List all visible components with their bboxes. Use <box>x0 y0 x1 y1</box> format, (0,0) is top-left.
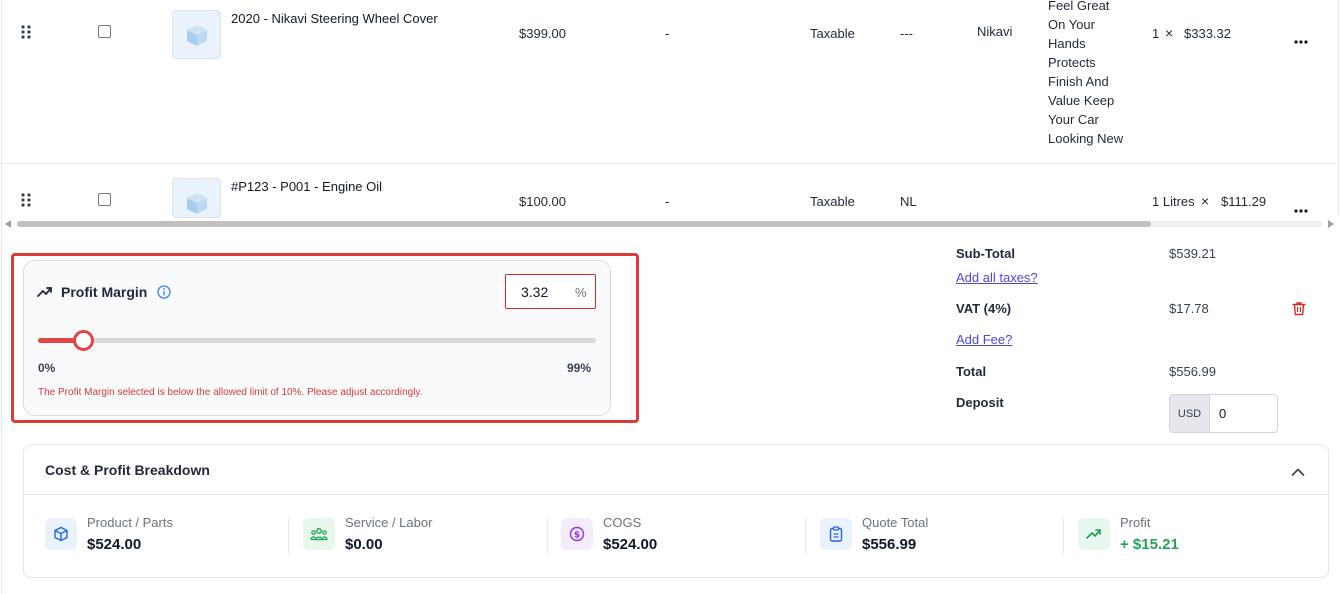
item-description: Feel Great On Your Hands Protects Finish… <box>1048 0 1124 146</box>
item-tax: Taxable <box>810 194 855 209</box>
cube-icon <box>45 518 77 550</box>
breakdown-value: + $15.21 <box>1120 536 1179 553</box>
row-checkbox[interactable] <box>98 25 111 38</box>
item-qty: 1 <box>1152 26 1160 41</box>
product-thumbnail <box>172 178 221 218</box>
breakdown-divider <box>24 494 1328 495</box>
item-tax: Taxable <box>810 26 855 41</box>
box-icon <box>186 24 207 46</box>
more-options-icon[interactable] <box>1294 31 1308 44</box>
percent-suffix: % <box>575 285 587 300</box>
breakdown-separator <box>1063 518 1064 554</box>
breakdown-title[interactable]: Cost & Profit Breakdown <box>45 462 210 478</box>
scroll-right-arrow-icon[interactable] <box>1328 220 1334 228</box>
breakdown-label: Profit <box>1120 515 1151 530</box>
add-all-taxes-link[interactable]: Add all taxes? <box>956 270 1038 285</box>
clipboard-icon <box>820 518 852 550</box>
table-left-border <box>1 0 2 594</box>
vat-label: VAT (4%) <box>956 301 1012 316</box>
deposit-input[interactable]: USD 0 <box>1169 394 1278 433</box>
breakdown-separator <box>805 518 806 554</box>
deposit-label: Deposit <box>956 395 1004 410</box>
breakdown-cogs: $ COGS $524.00 <box>561 515 657 554</box>
item-discount: - <box>665 26 670 41</box>
trending-up-icon <box>37 287 52 297</box>
profit-margin-input[interactable]: 3.32 % <box>505 274 596 309</box>
profit-margin-slider-track[interactable] <box>38 338 596 343</box>
horizontal-scrollbar-thumb[interactable] <box>17 221 1151 227</box>
drag-handle-icon[interactable] <box>21 25 31 39</box>
item-name[interactable]: 2020 - Nikavi Steering Wheel Cover <box>231 11 438 26</box>
drag-handle-icon[interactable] <box>21 193 31 207</box>
product-thumbnail <box>172 10 221 59</box>
add-fee-link[interactable]: Add Fee? <box>956 332 1012 347</box>
cost-profit-breakdown-card <box>23 444 1329 578</box>
item-sku: --- <box>900 26 913 41</box>
team-icon <box>303 518 335 550</box>
item-line-total: $333.32 <box>1184 26 1231 41</box>
breakdown-value: $0.00 <box>345 536 383 553</box>
total-value: $556.99 <box>1169 364 1216 379</box>
breakdown-label: Service / Labor <box>345 515 433 530</box>
breakdown-value: $524.00 <box>603 536 658 553</box>
profit-margin-value[interactable]: 3.32 <box>521 284 548 300</box>
scroll-left-arrow-icon[interactable] <box>5 220 11 228</box>
more-options-icon[interactable] <box>1294 200 1308 213</box>
subtotal-label: Sub-Total <box>956 246 1015 261</box>
breakdown-service-labor: Service / Labor $0.00 <box>303 515 432 554</box>
box-icon <box>186 193 207 214</box>
item-price: $100.00 <box>519 194 566 209</box>
dollar-icon: $ <box>561 518 593 550</box>
trending-up-icon <box>1078 518 1110 550</box>
chevron-up-icon[interactable] <box>1291 464 1305 476</box>
profit-margin-title: Profit Margin <box>61 284 148 300</box>
breakdown-product-parts: Product / Parts $524.00 <box>45 515 173 554</box>
info-icon[interactable] <box>157 285 171 299</box>
breakdown-separator <box>288 518 289 554</box>
profit-margin-error: The Profit Margin selected is below the … <box>38 387 423 398</box>
row-checkbox[interactable] <box>98 193 111 206</box>
multiply-icon: × <box>1201 193 1210 209</box>
item-sku: NL <box>900 194 917 209</box>
item-line-total: $111.29 <box>1221 194 1267 209</box>
breakdown-quote-total: Quote Total $556.99 <box>820 515 928 554</box>
breakdown-separator <box>547 518 548 554</box>
subtotal-value: $539.21 <box>1169 246 1216 261</box>
vat-value: $17.78 <box>1169 301 1209 316</box>
item-brand: Nikavi <box>977 24 1013 39</box>
slider-min-label: 0% <box>38 361 56 375</box>
item-discount: - <box>665 194 670 209</box>
table-right-border <box>1338 0 1339 215</box>
item-price: $399.00 <box>519 26 566 41</box>
deposit-currency: USD <box>1170 395 1210 432</box>
slider-max-label: 99% <box>567 361 592 375</box>
row-divider <box>2 163 1337 164</box>
breakdown-label: COGS <box>603 515 642 530</box>
multiply-icon: × <box>1165 25 1174 41</box>
breakdown-label: Product / Parts <box>87 515 173 530</box>
breakdown-profit: Profit + $15.21 <box>1078 515 1179 554</box>
svg-text:$: $ <box>574 530 580 540</box>
trash-icon[interactable] <box>1292 301 1306 316</box>
profit-margin-header: Profit Margin <box>37 284 171 300</box>
breakdown-value: $556.99 <box>862 536 917 553</box>
total-label: Total <box>956 364 987 379</box>
deposit-value[interactable]: 0 <box>1219 406 1226 421</box>
item-name[interactable]: #P123 - P001 - Engine Oil <box>231 179 382 194</box>
breakdown-value: $524.00 <box>87 536 142 553</box>
item-qty: 1 Litres <box>1152 194 1195 209</box>
breakdown-label: Quote Total <box>862 515 929 530</box>
